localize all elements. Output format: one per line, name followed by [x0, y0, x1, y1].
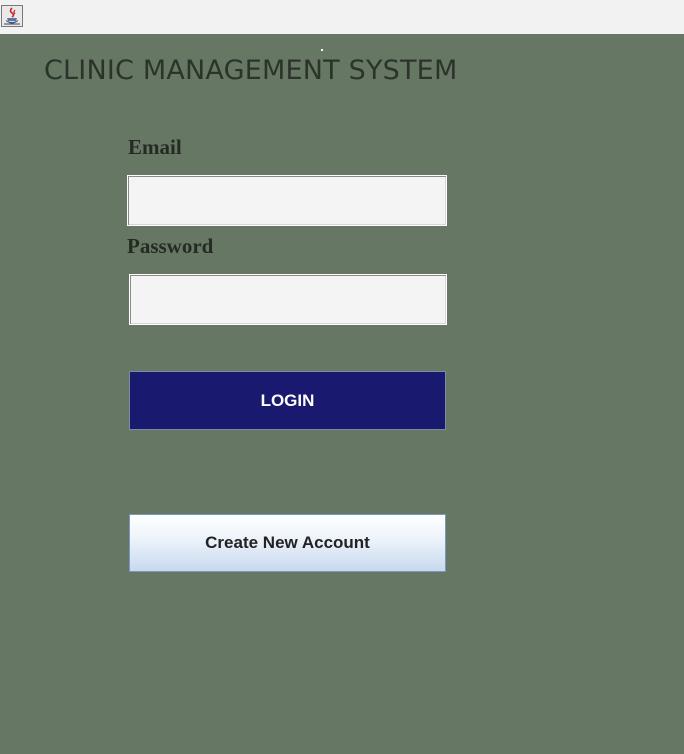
- decorative-dot: [321, 49, 323, 51]
- page-title: CLINIC MANAGEMENT SYSTEM: [44, 55, 458, 86]
- password-label: Password: [127, 234, 214, 258]
- java-coffee-cup-icon[interactable]: [1, 5, 23, 27]
- password-field[interactable]: [129, 274, 447, 325]
- email-label: Email: [128, 135, 182, 159]
- login-panel: CLINIC MANAGEMENT SYSTEM Email Password …: [0, 34, 684, 754]
- email-field[interactable]: [127, 175, 447, 226]
- create-new-account-button[interactable]: Create New Account: [129, 514, 446, 572]
- login-button[interactable]: LOGIN: [129, 371, 446, 430]
- window-titlebar: [0, 0, 684, 34]
